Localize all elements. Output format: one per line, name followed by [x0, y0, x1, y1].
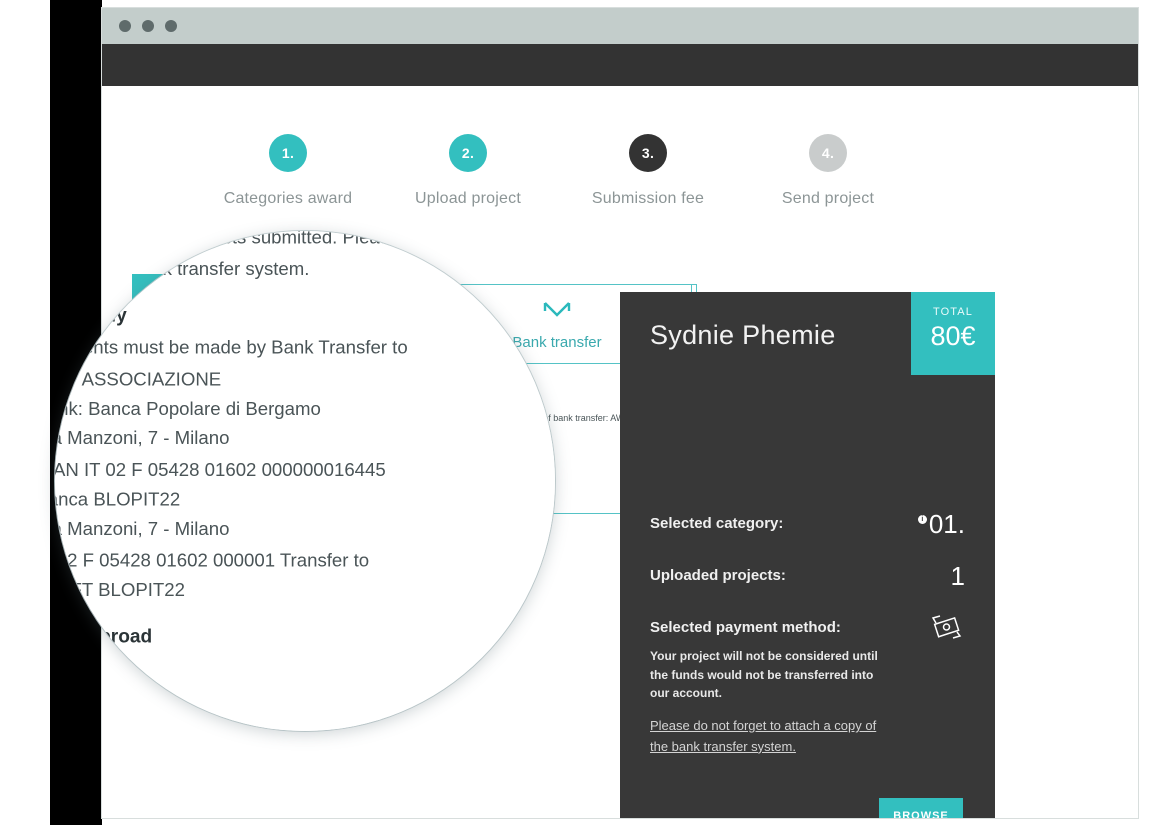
- step-4-bubble: 4.: [809, 134, 847, 172]
- magnified-from-italy-line-0: Payments must be made by Bank Transfer t…: [55, 337, 408, 360]
- window-maximize-dot[interactable]: [165, 20, 177, 32]
- magnifier-lens: Electronic payment Bank transfer Bank tr…: [55, 231, 555, 731]
- magnified-from-italy-line-4: IBAN IT 02 F 05428 01602 000000016445: [55, 457, 386, 480]
- browser-addressbar[interactable]: [102, 44, 1138, 86]
- window-minimize-dot[interactable]: [142, 20, 154, 32]
- step-1-categories-award[interactable]: 1. Categories award: [198, 134, 378, 208]
- magnified-bank-transfer-info: Bank transfer Submission fees must be ma…: [55, 231, 555, 657]
- magnified-from-italy-line-7: IT 02 F 05428 01602 000001 Transfer to: [55, 548, 370, 571]
- total-box: TOTAL 80€: [911, 292, 995, 375]
- step-4-label: Send project: [781, 190, 875, 207]
- uploaded-projects-value: 1: [950, 561, 965, 591]
- step-1-label: Categories award: [223, 190, 353, 207]
- uploaded-projects-label: Uploaded projects:: [650, 567, 786, 584]
- step-2-upload-project[interactable]: 2. Upload project: [378, 134, 558, 208]
- window-close-dot[interactable]: [119, 20, 131, 32]
- step-3-label: Submission fee: [591, 190, 705, 207]
- step-3-submission-fee[interactable]: 3. Submission fee: [558, 134, 738, 208]
- magnified-from-italy-line-2: Bank: Banca Popolare di Bergamo: [55, 397, 321, 420]
- total-label: TOTAL: [933, 306, 973, 318]
- magnified-from-italy-line-3: Via Manzoni, 7 - Milano: [55, 427, 230, 450]
- step-3-bubble: 3.: [629, 134, 667, 172]
- selected-category-value-wrap: i 01.: [917, 509, 965, 540]
- attach-copy-link[interactable]: Please do not forget to attach a copy of…: [650, 716, 880, 758]
- payment-note: Your project will not be considered unti…: [650, 649, 878, 701]
- magnifier-lens-content: Electronic payment Bank transfer Bank tr…: [55, 231, 555, 731]
- selected-payment-method-label: Selected payment method:: [650, 619, 841, 636]
- summary-row-uploaded-projects: Uploaded projects: 1: [650, 561, 965, 591]
- progress-stepper: 1. Categories award 2. Upload project 3.…: [198, 134, 918, 208]
- magnified-info-paragraph: Submission fees must be made by bank tra…: [55, 231, 555, 279]
- info-badge-icon: i: [917, 515, 927, 524]
- step-4-send-project[interactable]: 4. Send project: [738, 134, 918, 208]
- money-transfer-icon: [927, 613, 965, 650]
- magnified-from-italy-heading: From Italy: [55, 304, 127, 327]
- file-path-input[interactable]: [650, 798, 865, 818]
- user-name: Sydnie Phemie: [650, 320, 836, 350]
- window-controls: [119, 20, 177, 32]
- screenshot-stage: 1. Categories award 2. Upload project 3.…: [0, 0, 1150, 825]
- magnified-from-abroad-heading: From abroad: [55, 625, 153, 648]
- magnified-from-italy-lines: Payments must be made by Bank Transfer t…: [55, 335, 555, 606]
- step-2-bubble: 2.: [449, 134, 487, 172]
- browser-titlebar: [102, 8, 1138, 44]
- summary-row-payment-method: Selected payment method:: [650, 615, 965, 639]
- order-summary-panel: Sydnie Phemie TOTAL 80€ Selected categor…: [620, 292, 995, 818]
- selected-category-value: 01.: [928, 509, 965, 539]
- magnified-from-italy-line-1: AIAP ASSOCIAZIONE: [55, 367, 222, 390]
- magnified-from-italy-line-6: Via Manzoni, 7 - Milano: [55, 518, 230, 541]
- browse-button[interactable]: BROWSE: [879, 798, 963, 818]
- summary-row-selected-category: Selected category: i 01.: [650, 509, 965, 539]
- magnified-from-italy-line-5: Banca BLOPIT22: [55, 488, 181, 511]
- step-2-label: Upload project: [415, 190, 521, 207]
- total-value: 80€: [930, 321, 976, 351]
- selected-category-label: Selected category:: [650, 515, 784, 532]
- step-1-bubble: 1.: [269, 134, 307, 172]
- magnified-from-italy-line-8: SWIFT BLOPIT22: [55, 578, 185, 601]
